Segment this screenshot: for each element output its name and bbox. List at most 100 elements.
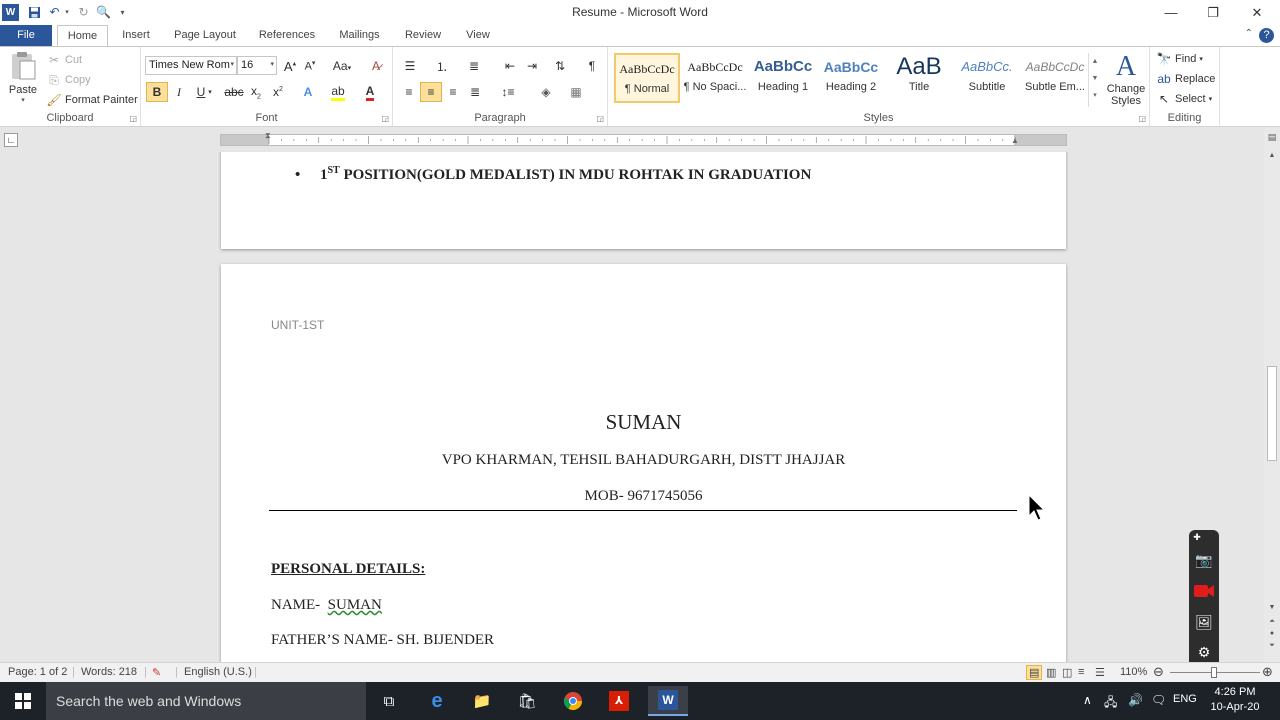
taskbar-search-box[interactable]: Search the web and Windows bbox=[46, 682, 366, 720]
style-subtle-emphasis[interactable]: AaBbCcDc Subtle Em... bbox=[1022, 53, 1088, 103]
achievement-bullet[interactable]: 1ST POSITION(GOLD MEDALIST) IN MDU ROHTA… bbox=[320, 165, 811, 184]
find-button[interactable]: 🔭 Find ▾ bbox=[1156, 50, 1203, 68]
change-styles-button[interactable]: A Change Styles bbox=[1104, 51, 1148, 107]
font-launcher-icon[interactable]: ◲ bbox=[381, 114, 389, 123]
tab-references[interactable]: References bbox=[253, 25, 321, 47]
style-no-spacing[interactable]: AaBbCcDc ¶ No Spaci... bbox=[682, 53, 748, 103]
scroll-up-icon[interactable]: ▲ bbox=[1266, 152, 1278, 164]
paste-button[interactable]: Paste ▾ bbox=[6, 51, 40, 107]
decrease-indent-button[interactable]: ⇤ bbox=[499, 56, 521, 76]
sort-button[interactable]: ⇅ bbox=[549, 56, 571, 76]
clipboard-launcher-icon[interactable]: ◲ bbox=[129, 114, 137, 123]
store-icon[interactable]: 🛍 bbox=[512, 686, 542, 716]
father-name-line[interactable]: FATHER’S NAME- SH. BIJENDER bbox=[271, 632, 494, 649]
print-layout-icon[interactable]: ▤ bbox=[1026, 665, 1043, 680]
camera-icon[interactable]: 📷 bbox=[1194, 550, 1214, 570]
underline-dropdown-icon[interactable]: ▾ bbox=[205, 82, 215, 102]
scroll-down-icon[interactable]: ▼ bbox=[1266, 602, 1278, 614]
show-hidden-icons[interactable]: ∧ bbox=[1083, 693, 1092, 707]
style-heading-2[interactable]: AaBbCc Heading 2 bbox=[818, 53, 884, 103]
proofing-icon[interactable]: ✎ bbox=[152, 666, 161, 679]
style-normal[interactable]: AaBbCcDc ¶ Normal bbox=[614, 53, 680, 103]
minimize-button[interactable]: — bbox=[1150, 0, 1192, 25]
subscript-button[interactable]: x2 bbox=[245, 82, 267, 102]
increase-indent-button[interactable]: ⇥ bbox=[521, 56, 543, 76]
gear-icon[interactable]: ⚙ bbox=[1194, 642, 1214, 662]
gallery-icon[interactable]: 🖼 bbox=[1194, 612, 1214, 632]
paragraph-launcher-icon[interactable]: ◲ bbox=[596, 114, 604, 123]
language-status[interactable]: English (U.S.) bbox=[184, 666, 252, 678]
resume-address[interactable]: VPO KHARMAN, TEHSIL BAHADURGARH, DISTT J… bbox=[221, 452, 1066, 469]
bold-button[interactable]: B bbox=[146, 82, 168, 102]
full-screen-reading-icon[interactable]: ▥ bbox=[1046, 666, 1056, 679]
styles-gallery-scroll[interactable]: ▲ ▼ ▾ bbox=[1088, 53, 1101, 107]
right-indent-marker-icon[interactable]: ▲ bbox=[1011, 136, 1019, 145]
shrink-font-button[interactable]: A▾ bbox=[299, 56, 321, 76]
style-subtitle[interactable]: AaBbCc. Subtitle bbox=[954, 53, 1020, 103]
tab-review[interactable]: Review bbox=[398, 25, 448, 47]
browse-object-icon[interactable]: ● bbox=[1266, 628, 1278, 640]
edge-icon[interactable]: e bbox=[422, 686, 452, 716]
notification-icon[interactable]: 🗨 bbox=[1151, 693, 1166, 707]
start-button[interactable] bbox=[0, 682, 46, 720]
resume-name[interactable]: SUMAN bbox=[221, 410, 1066, 435]
style-title[interactable]: AaB Title bbox=[886, 53, 952, 103]
restore-button[interactable]: ❐ bbox=[1192, 0, 1234, 25]
chrome-icon[interactable] bbox=[558, 686, 588, 716]
outline-icon[interactable]: ≡ bbox=[1078, 666, 1084, 678]
input-language[interactable]: ENG bbox=[1173, 693, 1197, 705]
cut-button[interactable]: ✂ Cut bbox=[46, 51, 82, 69]
show-formatting-button[interactable]: ¶ bbox=[581, 56, 603, 76]
change-case-button[interactable]: Aa▾ bbox=[329, 56, 355, 76]
scroll-down-icon[interactable]: ▼ bbox=[1089, 70, 1101, 87]
tab-mailings[interactable]: Mailings bbox=[332, 25, 387, 47]
justify-button[interactable]: ≣ bbox=[464, 82, 486, 102]
copy-button[interactable]: ⎘ Copy bbox=[46, 71, 91, 89]
tab-home[interactable]: Home bbox=[57, 25, 108, 47]
more-styles-icon[interactable]: ▾ bbox=[1089, 87, 1101, 104]
font-family-box[interactable]: Times New Rom ▾ bbox=[145, 56, 237, 75]
web-layout-icon[interactable]: ◫ bbox=[1062, 666, 1072, 679]
scroll-thumb[interactable] bbox=[1267, 366, 1277, 461]
resume-mobile[interactable]: MOB- 9671745056 bbox=[221, 488, 1066, 505]
close-button[interactable]: ✕ bbox=[1236, 0, 1278, 25]
style-heading-1[interactable]: AaBbCc Heading 1 bbox=[750, 53, 816, 103]
numbering-button[interactable]: ⒈ bbox=[431, 56, 453, 76]
acrobat-icon[interactable]: ⅄ bbox=[604, 686, 634, 716]
line-spacing-button[interactable]: ↕≡ bbox=[497, 82, 519, 102]
section-personal-details[interactable]: PERSONAL DETAILS: bbox=[271, 561, 425, 578]
tab-file[interactable]: File bbox=[0, 25, 52, 47]
view-ruler-icon[interactable]: ▤ bbox=[1266, 132, 1278, 146]
zoom-slider-thumb[interactable] bbox=[1211, 667, 1217, 678]
font-size-box[interactable]: 16 ▾ bbox=[237, 56, 277, 75]
task-view-icon[interactable]: ⧉ bbox=[374, 686, 404, 716]
scroll-up-icon[interactable]: ▲ bbox=[1089, 53, 1101, 70]
tab-view[interactable]: View bbox=[458, 25, 498, 47]
align-left-button[interactable]: ≡ bbox=[398, 82, 420, 102]
add-icon[interactable]: ✚ bbox=[1192, 532, 1202, 542]
system-clock[interactable]: 4:26 PM 10-Apr-20 bbox=[1206, 685, 1264, 715]
grow-font-button[interactable]: A▴ bbox=[279, 56, 301, 76]
volume-icon[interactable]: 🔊 bbox=[1128, 693, 1143, 707]
minimize-ribbon-icon[interactable]: ⌃ bbox=[1245, 28, 1253, 43]
previous-page-icon[interactable]: ⏶ bbox=[1266, 616, 1278, 628]
horizontal-ruler[interactable]: ⧗ ▲ bbox=[220, 131, 1067, 146]
clear-formatting-button[interactable]: A̷ bbox=[365, 56, 387, 76]
file-explorer-icon[interactable]: 📁 bbox=[467, 686, 497, 716]
superscript-button[interactable]: x2 bbox=[267, 82, 289, 102]
multilevel-list-button[interactable]: ≣ bbox=[463, 56, 485, 76]
styles-launcher-icon[interactable]: ◲ bbox=[1138, 114, 1146, 123]
tab-selector[interactable]: ∟ bbox=[4, 133, 18, 147]
highlight-button[interactable]: ab bbox=[327, 82, 349, 102]
record-video-icon[interactable] bbox=[1194, 581, 1214, 601]
borders-button[interactable]: ▦ bbox=[565, 82, 587, 102]
format-painter-button[interactable]: 🖌 Format Painter bbox=[46, 91, 137, 109]
font-color-button[interactable]: A bbox=[359, 82, 381, 102]
name-line[interactable]: NAME- SUMAN bbox=[271, 597, 382, 614]
help-icon[interactable]: ? bbox=[1259, 28, 1274, 43]
page-header[interactable]: UNIT-1ST bbox=[271, 318, 324, 332]
select-button[interactable]: ↖ Select ▾ bbox=[1156, 90, 1212, 108]
indent-marker-icon[interactable]: ⧗ bbox=[265, 131, 271, 141]
word-count[interactable]: Words: 218 bbox=[81, 666, 137, 678]
italic-button[interactable]: I bbox=[168, 82, 190, 102]
